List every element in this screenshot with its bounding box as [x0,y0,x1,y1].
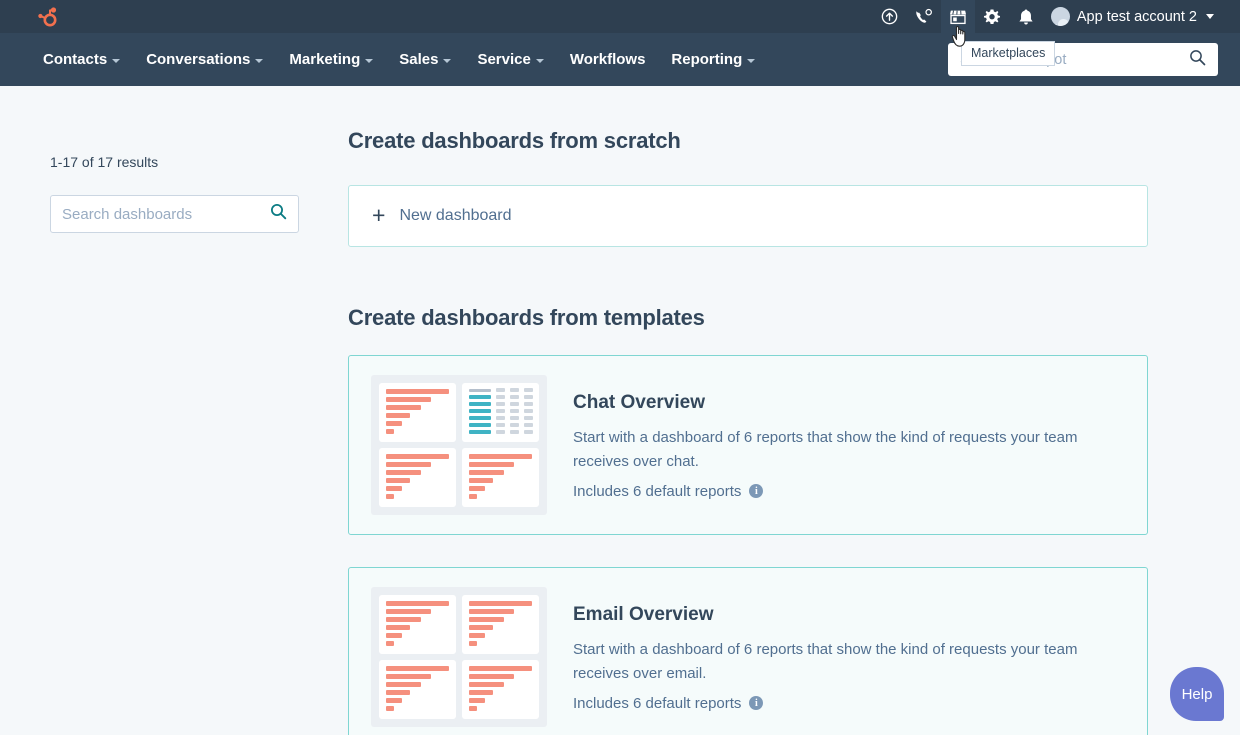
thumbnail-tile-bar-chart [379,448,456,507]
nav-item-conversations[interactable]: Conversations [133,51,276,68]
template-info: Email Overview Start with a dashboard of… [573,602,1118,711]
template-name: Chat Overview [573,392,705,414]
results-count: 1-17 of 17 results [50,154,159,170]
info-icon[interactable]: i [749,696,764,711]
create-from-scratch-title: Create dashboards from scratch [348,128,681,153]
info-icon[interactable]: i [749,484,764,499]
thumbnail-tile-bar-chart [462,448,539,507]
marketplaces-tooltip: Marketplaces [961,41,1056,66]
template-includes-label: Includes 6 default reports [573,694,742,712]
nav-label: Conversations [146,51,251,68]
nav-item-marketing[interactable]: Marketing [276,51,386,68]
thumbnail-tile-table [462,383,539,442]
nav-item-reporting[interactable]: Reporting [658,51,768,68]
template-thumbnail [371,375,547,515]
hubspot-dashboards-page: App test account 2 Contacts Conversation… [0,0,1240,735]
search-dashboards-placeholder: Search dashboards [62,205,193,223]
thumbnail-tile-bar-chart [462,595,539,654]
chevron-down-icon [747,59,756,63]
template-info: Chat Overview Start with a dashboard of … [573,390,1118,499]
calling-icon[interactable] [907,0,941,33]
nav-label: Marketing [289,51,361,68]
thumbnail-tile-bar-chart [462,660,539,719]
template-description: Start with a dashboard of 6 reports that… [573,641,1078,682]
search-dashboards-input[interactable]: Search dashboards [50,195,299,233]
chevron-down-icon [1206,14,1214,19]
nav-label: Workflows [569,51,646,68]
template-includes-label: Includes 6 default reports [573,482,742,500]
nav-item-contacts[interactable]: Contacts [30,51,133,68]
chevron-down-icon [365,59,374,63]
settings-gear-icon[interactable] [975,0,1009,33]
new-dashboard-button[interactable]: + New dashboard [348,185,1148,247]
chevron-down-icon [255,59,264,63]
notifications-bell-icon[interactable] [1009,0,1043,33]
template-name: Email Overview [573,604,714,626]
nav-label: Contacts [43,51,108,68]
template-description: Start with a dashboard of 6 reports that… [573,429,1078,470]
top-utility-bar: App test account 2 [0,0,1240,33]
create-from-templates-title: Create dashboards from templates [348,305,705,330]
template-card-email-overview[interactable]: Email Overview Start with a dashboard of… [348,567,1148,735]
top-utility-icons: App test account 2 [873,0,1218,33]
nav-label: Service [477,51,531,68]
account-name: App test account 2 [1076,8,1197,25]
upgrade-icon[interactable] [873,0,907,33]
thumbnail-tile-bar-chart [379,660,456,719]
chevron-down-icon [443,59,452,63]
thumbnail-tile-bar-chart [379,595,456,654]
nav-item-service[interactable]: Service [464,51,556,68]
template-thumbnail [371,587,547,727]
chevron-down-icon [535,59,544,63]
dashboard-creation-panel: Create dashboards from scratch + New das… [348,128,1148,735]
hubspot-sprocket-logo[interactable] [36,4,62,30]
template-includes: Includes 6 default reports i [573,483,1118,500]
template-includes: Includes 6 default reports i [573,695,1118,712]
account-menu[interactable]: App test account 2 [1050,7,1218,26]
thumbnail-tile-bar-chart [379,383,456,442]
nav-item-sales[interactable]: Sales [386,51,464,68]
search-icon[interactable] [270,203,287,225]
help-button[interactable]: Help [1170,667,1224,721]
nav-label: Sales [399,51,439,68]
search-icon[interactable] [1189,49,1206,71]
nav-items: Contacts Conversations Marketing Sales S… [30,51,768,68]
template-card-chat-overview[interactable]: Chat Overview Start with a dashboard of … [348,355,1148,535]
chevron-down-icon [112,59,121,63]
nav-label: Reporting [671,51,743,68]
page-content: 1-17 of 17 results Search dashboards Cre… [0,86,1240,735]
dashboard-list-sidebar: 1-17 of 17 results Search dashboards [50,154,300,233]
mouse-cursor-pointer [950,22,972,55]
nav-item-workflows[interactable]: Workflows [557,51,659,68]
avatar [1050,7,1070,26]
new-dashboard-label: New dashboard [399,207,512,224]
plus-icon: + [372,201,386,228]
